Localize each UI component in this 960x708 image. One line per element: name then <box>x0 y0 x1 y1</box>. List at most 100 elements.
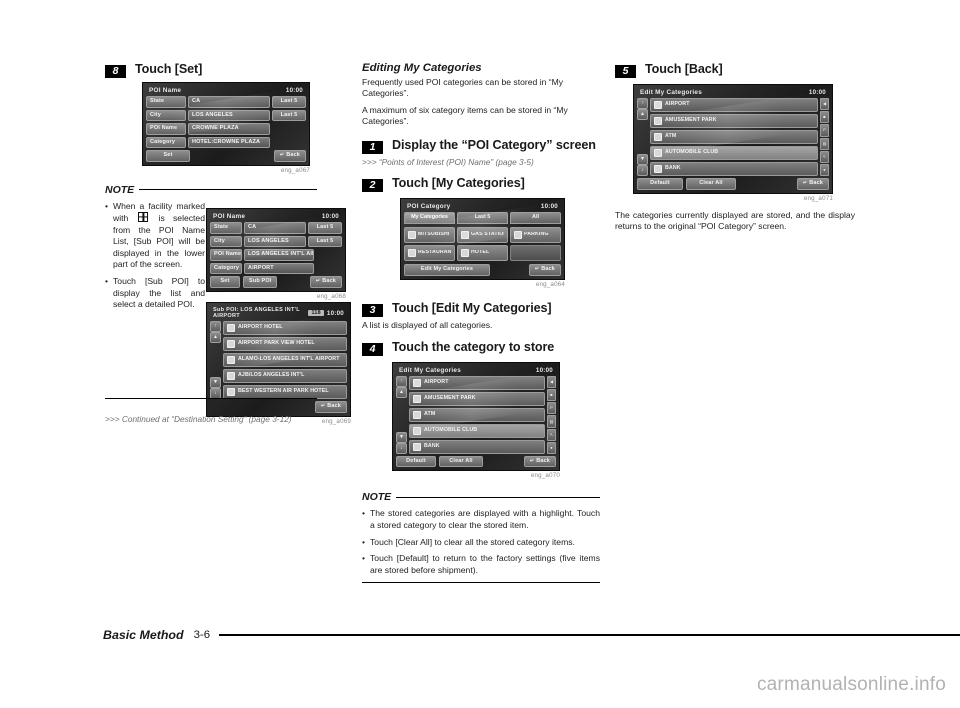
field-value[interactable]: CROWNE PLAZA <box>188 123 270 135</box>
list-item-label: BANK <box>424 443 440 450</box>
alpha-index-item[interactable]: ▤ <box>820 137 829 150</box>
list-item[interactable]: ATM <box>650 130 818 144</box>
scroll-bottom-icon[interactable]: ↓ <box>396 442 407 454</box>
alpha-index-item[interactable]: ↖ <box>547 428 556 441</box>
sub-poi-button[interactable]: Sub POI <box>243 276 278 288</box>
last5-button[interactable]: Last 5 <box>308 235 342 247</box>
screen-clock: 10:00 <box>285 87 303 94</box>
list-item-label: AMUSEMENT PARK <box>424 395 476 402</box>
last5-button[interactable]: Last 5 <box>272 109 306 121</box>
list-item-label: BEST WESTERN AIR PARK HOTEL <box>238 388 329 395</box>
scroll-up-icon[interactable]: ▲ <box>210 332 221 343</box>
field-value[interactable]: AIRPORT <box>244 262 314 274</box>
default-button[interactable]: Default <box>637 178 683 190</box>
field-value[interactable]: HOTEL:CROWNE PLAZA <box>188 136 270 148</box>
category-icon <box>413 378 421 387</box>
step-number: 3 <box>362 303 383 317</box>
tab-all[interactable]: All <box>510 211 561 225</box>
scroll-up-icon[interactable]: ▲ <box>637 109 648 120</box>
back-button[interactable]: ↵ Back <box>309 276 342 288</box>
field-label: State <box>210 222 242 234</box>
set-button[interactable]: Set <box>210 276 240 288</box>
default-button[interactable]: Default <box>396 455 436 468</box>
category-label: MITSUBISHI MOTORS <box>418 232 451 238</box>
scroll-down-icon[interactable]: ▼ <box>210 377 221 388</box>
note-header: NOTE <box>362 491 600 503</box>
nav-screen-edit-my-categories-stored: Edit My Categories 10:00 ↑ ▲ ▼ ↓ AIRPORT… <box>633 84 833 194</box>
list-item[interactable]: AIRPORT <box>409 375 545 390</box>
field-value[interactable]: LOS ANGELES INT'L AIRPORT <box>244 249 314 261</box>
list-item[interactable]: BANK <box>409 439 545 454</box>
field-value[interactable]: LOS ANGELES <box>244 235 306 247</box>
screen-titlebar: POI Category 10:00 <box>404 202 561 212</box>
scroll-top-icon[interactable]: ↑ <box>396 375 407 387</box>
field-label: State <box>146 96 186 108</box>
category-cell[interactable]: RESTAURANT <box>404 245 455 262</box>
scroll-top-icon[interactable]: ↑ <box>210 321 221 332</box>
category-cell[interactable]: PARKING <box>510 227 561 244</box>
note-rule <box>139 189 317 190</box>
field-value[interactable]: CA <box>244 222 306 234</box>
return-arrow-icon: ↵ <box>802 180 808 187</box>
alpha-index-item[interactable]: ● <box>547 441 556 454</box>
screenshot-a069: Sub POI: LOS ANGELES INT'L AIRPORT 118 1… <box>206 302 351 425</box>
scroll-up-icon[interactable]: ▲ <box>396 386 407 398</box>
category-cell[interactable]: MITSUBISHI MOTORS <box>404 227 455 244</box>
list-item[interactable]: AJB/LOS ANGELES INT'L <box>223 369 347 383</box>
category-cell[interactable]: GAS STATION <box>457 227 508 244</box>
scroll-top-icon[interactable]: ↑ <box>637 98 648 109</box>
screen-titlebar: POI Name 10:00 <box>146 86 306 96</box>
alpha-index-item[interactable]: ● <box>820 163 829 177</box>
back-button[interactable]: ↵ Back <box>528 264 561 276</box>
clear-all-button[interactable]: Clear All <box>686 178 736 190</box>
back-button[interactable]: ↵ Back <box>796 178 829 190</box>
tab-last-5[interactable]: Last 5 <box>457 211 508 225</box>
row-spacer <box>272 137 306 149</box>
list-item[interactable]: AIRPORT PARK VIEW HOTEL <box>223 337 347 351</box>
alpha-index-item[interactable]: P <box>820 124 829 137</box>
alpha-index-item[interactable]: ◀ <box>547 375 556 389</box>
list-item[interactable]: AMUSEMENT PARK <box>409 391 545 406</box>
back-button[interactable]: ↵ Back <box>314 401 347 413</box>
note-bullet: • Touch [Clear All] to clear all the sto… <box>362 537 600 549</box>
last5-button[interactable]: Last 5 <box>272 96 306 108</box>
list-item[interactable]: ALAMO-LOS ANGELES INT'L AIRPORT <box>223 353 347 367</box>
clear-all-button[interactable]: Clear All <box>439 455 483 468</box>
list-item-selected[interactable]: AUTOMOBILE CLUB <box>409 423 545 438</box>
alpha-index-item[interactable]: ▤ <box>547 415 556 428</box>
set-button[interactable]: Set <box>146 150 190 162</box>
last5-button[interactable]: Last 5 <box>308 222 342 234</box>
screen-titlebar: Sub POI: LOS ANGELES INT'L AIRPORT 118 1… <box>210 306 347 321</box>
category-icon <box>654 133 662 141</box>
list-item-selected[interactable]: AUTOMOBILE CLUB <box>650 146 818 160</box>
list-item[interactable]: ATM <box>409 407 545 422</box>
tab-my-categories[interactable]: My Categories <box>404 211 455 225</box>
field-value[interactable]: CA <box>188 96 270 108</box>
scroll-down-icon[interactable]: ▼ <box>396 431 407 443</box>
intro-paragraph-1: Frequently used POI categories can be st… <box>362 77 564 99</box>
alpha-index-item[interactable]: P <box>547 402 556 415</box>
list-item[interactable]: BEST WESTERN AIR PARK HOTEL <box>223 385 347 399</box>
list-item[interactable]: AMUSEMENT PARK <box>650 114 818 128</box>
field-value[interactable]: LOS ANGELES <box>188 109 270 121</box>
step-number: 4 <box>362 342 383 356</box>
list-item[interactable]: AIRPORT HOTEL <box>223 321 347 335</box>
edit-my-categories-button[interactable]: Edit My Categories <box>404 264 490 276</box>
category-cell-empty[interactable] <box>510 245 561 262</box>
alpha-index-item[interactable]: ◀ <box>820 98 829 111</box>
scroll-down-icon[interactable]: ▼ <box>637 154 648 165</box>
note-label: NOTE <box>362 491 392 504</box>
alpha-index-item[interactable]: ↖ <box>820 150 829 163</box>
back-button[interactable]: ↵ Back <box>273 150 306 162</box>
category-cell[interactable]: HOTEL <box>457 245 508 262</box>
back-button[interactable]: ↵ Back <box>523 455 556 468</box>
scroll-bottom-icon[interactable]: ↓ <box>637 165 648 176</box>
list-item-label: AMUSEMENT PARK <box>665 117 717 124</box>
grid-icon <box>138 212 149 223</box>
column-left: 8 Touch [Set] POI Name 10:00 State CA La… <box>105 62 351 425</box>
list-item[interactable]: BANK <box>650 162 818 176</box>
alpha-index-item[interactable]: ■ <box>547 389 556 402</box>
alpha-index-item[interactable]: ■ <box>820 111 829 124</box>
list-item[interactable]: AIRPORT <box>650 98 818 112</box>
list-area: ↑ ▲ ▼ ↓ AIRPORT HOTEL AIRPORT PARK VIEW … <box>210 321 347 399</box>
